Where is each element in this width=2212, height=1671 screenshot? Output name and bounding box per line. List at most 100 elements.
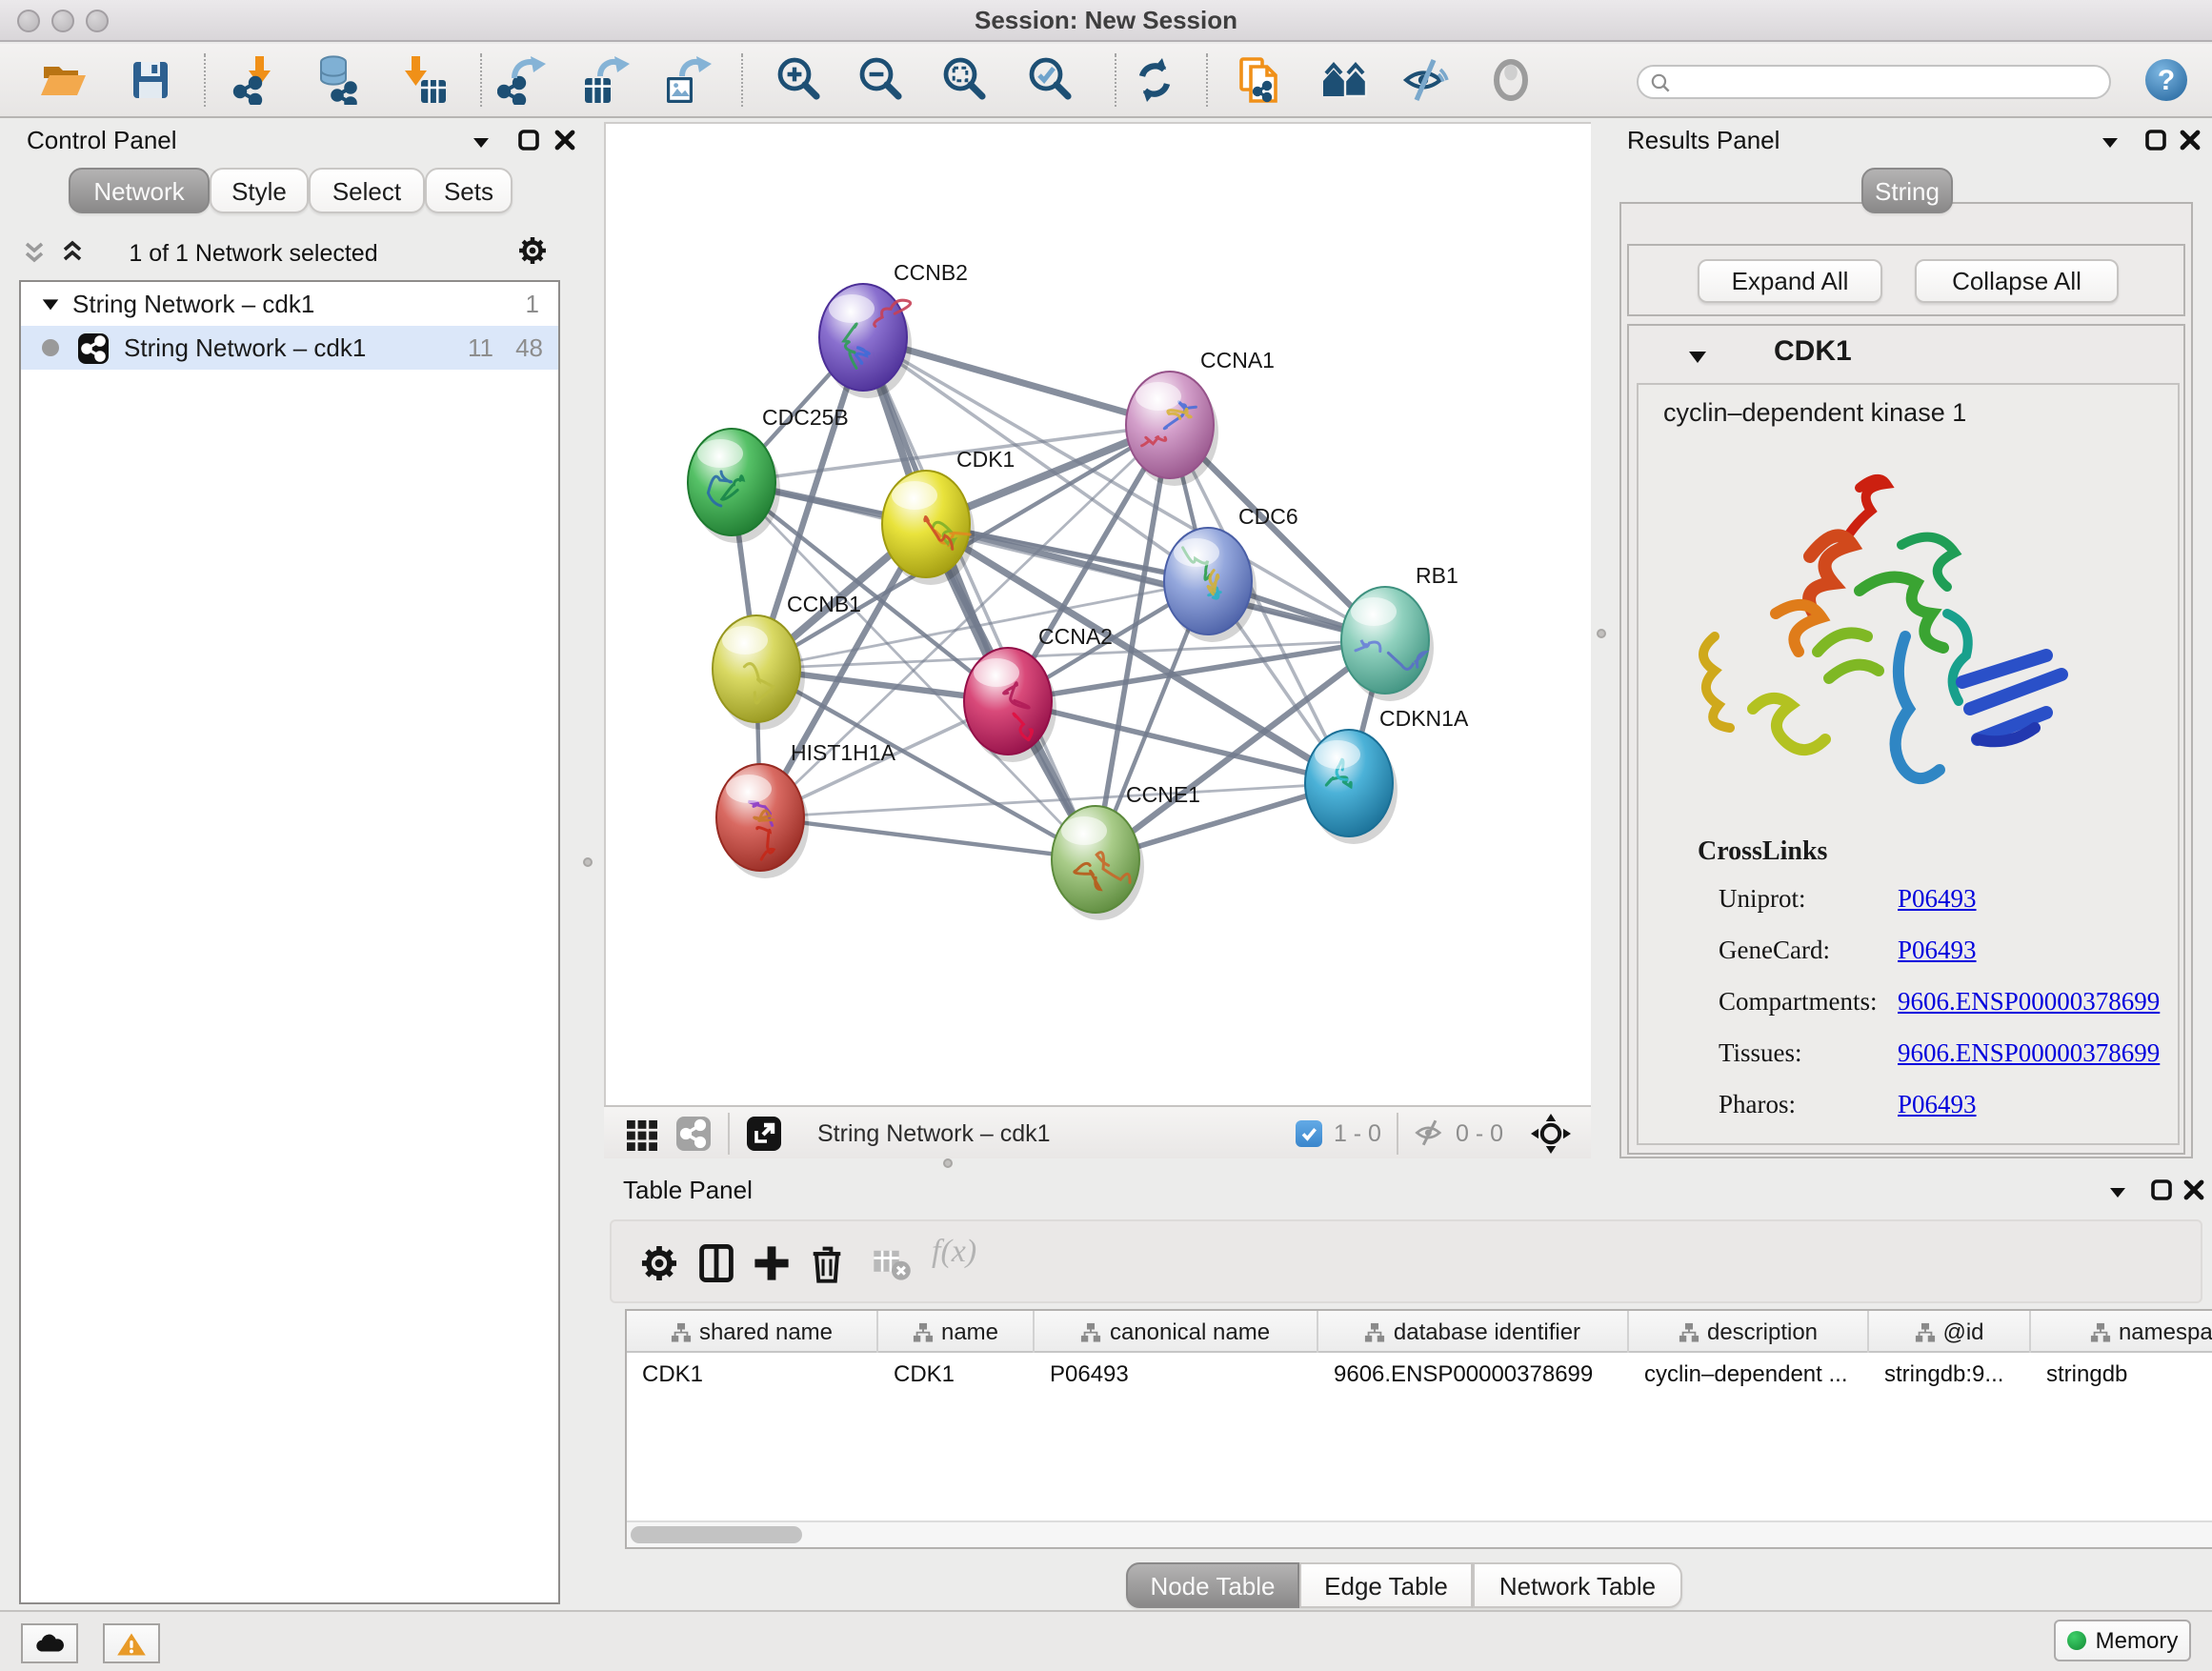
column-header-canonical-name[interactable]: canonical name (1035, 1311, 1318, 1353)
network-edge[interactable] (1008, 701, 1349, 783)
results-panel-title: Results Panel (1627, 126, 1780, 154)
network-canvas[interactable]: CCNB2CCNA1CDC25BCDK1CDC6RB1CCNB1CCNA2CDK… (604, 122, 1591, 1105)
panel-menu-icon[interactable] (2105, 1179, 2130, 1204)
warnings-button[interactable] (103, 1623, 160, 1663)
collapse-all-button[interactable]: Collapse All (1915, 259, 2119, 303)
crosslink-link[interactable]: 9606.ENSP00000378699 (1898, 987, 2160, 1017)
show-all-icon[interactable] (1486, 55, 1536, 105)
save-session-icon[interactable] (126, 55, 175, 105)
tab-string[interactable]: String (1861, 168, 1953, 213)
hide-selected-icon[interactable] (1402, 55, 1452, 105)
tab-node-table[interactable]: Node Table (1126, 1562, 1299, 1608)
show-columns-icon[interactable] (695, 1242, 737, 1284)
network-node-rb1[interactable]: RB1 (1341, 563, 1458, 701)
table-horizontal-scrollbar[interactable] (627, 1520, 2212, 1547)
close-panel-icon[interactable] (2182, 1178, 2206, 1202)
column-header-at-id[interactable]: @id (1869, 1311, 2031, 1353)
cloud-icon (32, 1630, 67, 1657)
table-cell[interactable]: P06493 (1035, 1353, 1318, 1395)
table-cell[interactable]: stringdb (2031, 1353, 2212, 1395)
network-node-cdkn1a[interactable]: CDKN1A (1305, 706, 1469, 844)
float-panel-icon[interactable] (2143, 128, 2168, 152)
tab-sets[interactable]: Sets (425, 168, 513, 213)
string-network-badge-icon[interactable] (674, 1114, 713, 1152)
column-header-namespace[interactable]: namespace (2031, 1311, 2212, 1353)
table-cell[interactable]: CDK1 (627, 1353, 878, 1395)
column-header-shared-name[interactable]: shared name (627, 1311, 878, 1353)
export-table-icon[interactable] (581, 55, 631, 105)
network-options-gear-icon[interactable] (516, 234, 549, 267)
selected-checkbox-icon[interactable] (1296, 1119, 1322, 1146)
refresh-layout-icon[interactable] (1130, 55, 1179, 105)
tab-network[interactable]: Network (69, 168, 210, 213)
tab-select[interactable]: Select (309, 168, 425, 213)
network-node-hist1h1a[interactable]: HIST1H1A (716, 740, 896, 878)
import-network-from-database-icon[interactable] (314, 55, 364, 105)
vertical-splitter-handle[interactable] (1597, 629, 1606, 638)
network-collection-row[interactable]: String Network – cdk1 1 (21, 282, 558, 326)
column-header-database-identifier[interactable]: database identifier (1318, 1311, 1629, 1353)
open-file-icon[interactable] (38, 55, 88, 105)
first-neighbors-icon[interactable] (1320, 55, 1370, 105)
clone-network-icon[interactable] (1235, 55, 1284, 105)
network-node-ccna1[interactable]: CCNA1 (1126, 348, 1275, 486)
column-header-description[interactable]: description (1629, 1311, 1869, 1353)
panel-menu-icon[interactable] (2098, 130, 2122, 154)
float-panel-icon[interactable] (516, 128, 541, 152)
add-column-icon[interactable] (751, 1242, 793, 1284)
zoom-out-icon[interactable] (857, 55, 907, 105)
zoom-selected-icon[interactable] (1027, 55, 1076, 105)
tab-network-table[interactable]: Network Table (1473, 1562, 1682, 1608)
table-cell[interactable]: stringdb:9... (1869, 1353, 2031, 1395)
collection-expander-icon[interactable] (40, 293, 61, 314)
network-node-ccne1[interactable]: CCNE1 (1052, 782, 1200, 920)
expand-all-button[interactable]: Expand All (1698, 259, 1882, 303)
crosslink-label: GeneCard: (1719, 936, 1830, 966)
help-icon[interactable]: ? (2143, 57, 2189, 103)
column-header-label: canonical name (1110, 1319, 1270, 1345)
function-builder-icon: f(x) (932, 1233, 976, 1271)
section-expander-icon[interactable] (1686, 345, 1709, 368)
birdseye-grid-icon[interactable] (623, 1114, 661, 1152)
crosslink-link[interactable]: P06493 (1898, 1090, 1977, 1120)
pan-crosshair-icon[interactable] (1530, 1112, 1572, 1154)
scrollbar-thumb[interactable] (631, 1526, 802, 1543)
tab-style[interactable]: Style (210, 168, 309, 213)
table-cell[interactable]: CDK1 (878, 1353, 1035, 1395)
cloud-status-button[interactable] (21, 1623, 78, 1663)
network-row[interactable]: String Network – cdk1 11 48 (21, 326, 558, 370)
zoom-in-icon[interactable] (775, 55, 825, 105)
export-network-icon[interactable] (497, 55, 547, 105)
network-edge[interactable] (760, 817, 1096, 859)
crosslink-link[interactable]: P06493 (1898, 936, 1977, 966)
horizontal-splitter-handle[interactable] (943, 1158, 953, 1168)
crosslink-link[interactable]: 9606.ENSP00000378699 (1898, 1038, 2160, 1069)
crosslink-label: Uniprot: (1719, 884, 1806, 915)
crosslink-link[interactable]: P06493 (1898, 884, 1977, 915)
detach-view-icon[interactable] (745, 1114, 783, 1152)
network-node-ccnb2[interactable]: CCNB2 (819, 260, 968, 398)
column-header-name[interactable]: name (878, 1311, 1035, 1353)
table-cell[interactable]: cyclin–dependent ... (1629, 1353, 1869, 1395)
table-settings-gear-icon[interactable] (638, 1242, 680, 1284)
import-network-icon[interactable] (232, 55, 282, 105)
search-field[interactable] (1637, 65, 2111, 99)
network-edge[interactable] (863, 337, 1096, 859)
column-header-label: namespace (2119, 1319, 2212, 1345)
import-table-icon[interactable] (398, 55, 448, 105)
close-panel-icon[interactable] (2178, 128, 2202, 152)
memory-button[interactable]: Memory (2054, 1620, 2191, 1661)
search-input[interactable] (1671, 70, 2109, 93)
zoom-fit-icon[interactable] (941, 55, 991, 105)
table-row[interactable]: CDK1CDK1P064939606.ENSP00000378699cyclin… (627, 1353, 2212, 1395)
panel-menu-icon[interactable] (469, 130, 493, 154)
export-image-icon[interactable] (663, 55, 713, 105)
delete-column-icon[interactable] (806, 1242, 848, 1284)
network-node-cdc25b[interactable]: CDC25B (688, 405, 849, 543)
tab-edge-table[interactable]: Edge Table (1299, 1562, 1473, 1608)
vertical-splitter-handle[interactable] (583, 857, 593, 867)
network-node-ccnb1[interactable]: CCNB1 (713, 592, 861, 730)
float-panel-icon[interactable] (2149, 1178, 2174, 1202)
close-panel-icon[interactable] (553, 128, 577, 152)
table-cell[interactable]: 9606.ENSP00000378699 (1318, 1353, 1629, 1395)
